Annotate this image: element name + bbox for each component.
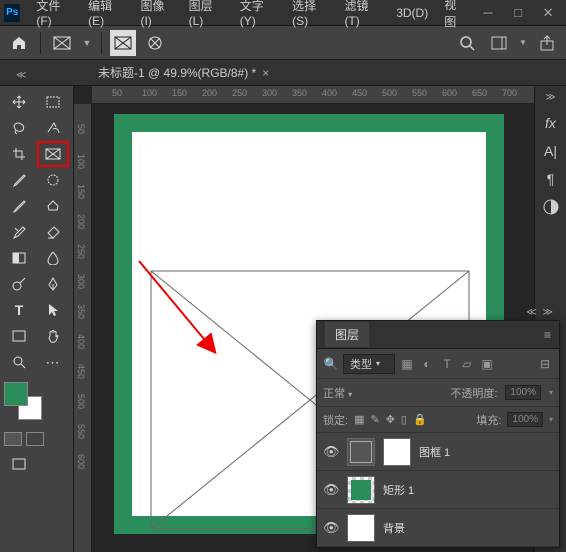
menu-edit[interactable]: 编辑(E) [80, 0, 132, 28]
fill-input[interactable]: 100% [507, 412, 543, 427]
crop-tool[interactable] [4, 142, 34, 166]
layer-name[interactable]: 矩形 1 [383, 482, 414, 498]
standard-mode-icon[interactable] [4, 432, 22, 446]
foreground-color[interactable] [4, 382, 28, 406]
layers-tab[interactable]: 图层 [325, 322, 369, 347]
chevron-down-icon[interactable]: ▼ [81, 30, 93, 56]
document-tab[interactable]: 未标题-1 @ 49.9%(RGB/8#) * × [90, 64, 277, 81]
close-tab-icon[interactable]: × [262, 66, 269, 80]
window-close[interactable]: ✕ [534, 3, 562, 23]
pen-tool[interactable] [38, 272, 68, 296]
lasso-tool[interactable] [4, 116, 34, 140]
toolbox: T ⋯ [0, 86, 74, 552]
frame-rect-active-icon[interactable] [110, 30, 136, 56]
window-maximize[interactable]: □ [504, 3, 532, 23]
fx-icon[interactable]: fx [545, 115, 556, 131]
lock-image-icon[interactable]: ✎ [370, 413, 379, 426]
frame-rect-option[interactable] [49, 30, 75, 56]
quickmask-mode-icon[interactable] [26, 432, 44, 446]
menu-3d[interactable]: 3D(D) [388, 6, 436, 20]
zoom-tool[interactable] [4, 350, 34, 374]
lock-all-icon[interactable]: 🔒 [413, 413, 427, 426]
layer-name[interactable]: 图框 1 [419, 444, 450, 460]
document-tab-label: 未标题-1 @ 49.9%(RGB/8#) * [98, 64, 256, 81]
edit-toolbar-icon[interactable]: ⋯ [38, 350, 68, 374]
gradient-tool[interactable] [4, 246, 34, 270]
close-panel-icon[interactable]: ≫ [543, 307, 553, 318]
layer-row[interactable]: 👁 背景 [317, 509, 559, 547]
ruler-vertical: 50 100 150 200 250 300 350 400 450 500 5… [74, 104, 92, 552]
search-icon[interactable]: 🔍 [323, 357, 339, 371]
opacity-label: 不透明度: [450, 385, 497, 401]
filter-pixel-icon[interactable]: ▦ [399, 357, 415, 371]
color-swatches[interactable] [4, 382, 44, 422]
quick-select-tool[interactable] [38, 116, 68, 140]
lock-position-icon[interactable]: ✥ [386, 413, 395, 426]
filter-toggle-icon[interactable]: ⊟ [537, 357, 553, 371]
menu-filter[interactable]: 滤镜(T) [336, 0, 388, 28]
search-icon[interactable] [454, 30, 480, 56]
eyedropper-tool[interactable] [4, 168, 34, 192]
filter-shape-icon[interactable]: ▱ [459, 357, 475, 371]
opacity-input[interactable]: 100% [505, 385, 541, 400]
lock-label: 锁定: [323, 412, 348, 428]
marquee-tool[interactable] [38, 90, 68, 114]
layer-row[interactable]: 👁 矩形 1 [317, 471, 559, 509]
menu-layer[interactable]: 图层(L) [181, 0, 232, 28]
collapse-panel-icon[interactable]: ≪ [526, 307, 536, 318]
collapse-dock-icon[interactable]: ≫ [545, 92, 555, 103]
clone-stamp-tool[interactable] [38, 194, 68, 218]
paragraph-panel-icon[interactable]: ¶ [547, 171, 555, 187]
hand-tool[interactable] [38, 324, 68, 348]
menu-type[interactable]: 文字(Y) [232, 0, 284, 28]
brush-tool[interactable] [4, 194, 34, 218]
screen-mode-icon[interactable] [4, 452, 34, 476]
menu-select[interactable]: 选择(S) [284, 0, 336, 28]
layer-thumbnail[interactable] [347, 476, 375, 504]
visibility-toggle-icon[interactable]: 👁 [323, 520, 339, 536]
workspace-icon[interactable] [486, 30, 512, 56]
filter-type-icon[interactable]: T [439, 357, 455, 371]
blur-tool[interactable] [38, 246, 68, 270]
color-panel-icon[interactable] [543, 199, 559, 218]
layer-row[interactable]: 👁 图框 1 [317, 433, 559, 471]
patch-tool[interactable] [38, 168, 68, 192]
filter-smart-icon[interactable]: ▣ [479, 357, 495, 371]
dodge-tool[interactable] [4, 272, 34, 296]
rectangle-tool[interactable] [4, 324, 34, 348]
blend-mode-select[interactable]: 正常 ▾ [323, 385, 383, 401]
frame-tool[interactable] [38, 142, 68, 166]
window-minimize[interactable]: ─ [474, 3, 502, 23]
lock-artboard-icon[interactable]: ▯ [401, 413, 407, 426]
path-select-tool[interactable] [38, 298, 68, 322]
lock-transparency-icon[interactable]: ▦ [354, 413, 364, 426]
history-brush-tool[interactable] [4, 220, 34, 244]
type-tool[interactable]: T [4, 298, 34, 322]
share-icon[interactable] [534, 30, 560, 56]
menu-file[interactable]: 文件(F) [28, 0, 80, 28]
menu-image[interactable]: 图像(I) [132, 0, 180, 28]
type-panel-icon[interactable]: A| [544, 143, 557, 159]
fill-label: 填充: [476, 412, 501, 428]
layer-thumbnail[interactable] [347, 514, 375, 542]
filter-adjustment-icon[interactable]: ◐ [419, 357, 435, 371]
move-tool[interactable] [4, 90, 34, 114]
home-icon[interactable] [6, 30, 32, 56]
app-logo: Ps [4, 4, 20, 22]
collapse-toolbar-icon[interactable]: ≪ [16, 70, 26, 81]
eraser-tool[interactable] [38, 220, 68, 244]
ruler-horizontal: 50 100 150 200 250 300 350 400 450 500 5… [92, 86, 534, 104]
layer-thumbnail[interactable] [347, 438, 375, 466]
visibility-toggle-icon[interactable]: 👁 [323, 444, 339, 460]
frame-ellipse-icon[interactable] [142, 30, 168, 56]
chevron-down-icon[interactable]: ▼ [518, 30, 528, 56]
layer-mask-thumbnail[interactable] [383, 438, 411, 466]
layer-name[interactable]: 背景 [383, 520, 405, 536]
panel-menu-icon[interactable]: ≡ [544, 328, 551, 342]
visibility-toggle-icon[interactable]: 👁 [323, 482, 339, 498]
menu-view[interactable]: 视图 [436, 0, 474, 30]
filter-type-select[interactable]: 类型▾ [343, 354, 395, 374]
layers-panel: ≪ ≫ 图层 ≡ 🔍 类型▾ ▦ ◐ T ▱ ▣ ⊟ 正常 ▾ 不透明度: 10… [316, 320, 560, 548]
